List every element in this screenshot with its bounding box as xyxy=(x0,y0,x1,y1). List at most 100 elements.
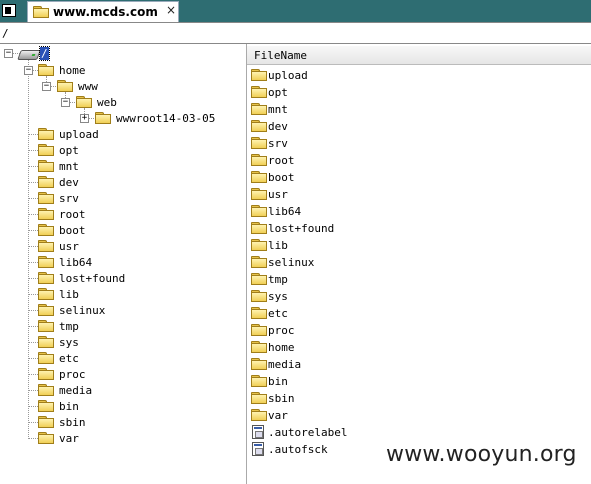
folder-icon xyxy=(38,320,54,332)
folder-icon xyxy=(57,80,73,92)
tree-item[interactable]: usr xyxy=(59,240,79,253)
list-item-label: home xyxy=(268,341,295,354)
folder-icon xyxy=(251,137,267,149)
list-item[interactable]: home xyxy=(247,340,587,356)
watermark: www.wooyun.org xyxy=(386,442,577,467)
collapse-www-icon[interactable]: − xyxy=(42,82,51,91)
tree-item[interactable]: sys xyxy=(59,336,79,349)
folder-icon xyxy=(251,324,267,336)
list-item[interactable]: lost+found xyxy=(247,221,587,237)
collapse-web-icon[interactable]: − xyxy=(61,98,70,107)
folder-icon xyxy=(38,368,54,380)
folder-icon xyxy=(38,256,54,268)
list-item-label: lib64 xyxy=(268,205,302,218)
folder-icon xyxy=(38,208,54,220)
list-item-label: boot xyxy=(268,171,295,184)
folder-icon xyxy=(33,6,49,18)
list-item-label: root xyxy=(268,154,295,167)
folder-icon xyxy=(38,400,54,412)
folder-icon xyxy=(251,171,267,183)
list-item[interactable]: sys xyxy=(247,289,587,305)
tree-item[interactable]: srv xyxy=(59,192,79,205)
folder-icon xyxy=(38,304,54,316)
list-item-label: upload xyxy=(268,69,308,82)
tree-item[interactable]: media xyxy=(59,384,92,397)
folder-icon xyxy=(38,240,54,252)
list-item[interactable]: srv xyxy=(247,136,587,152)
file-icon xyxy=(252,425,264,439)
list-item-label: lib xyxy=(268,239,288,252)
list-item-label: usr xyxy=(268,188,288,201)
close-icon[interactable]: × xyxy=(166,3,176,17)
filename-column-header[interactable]: FileName xyxy=(247,46,591,65)
list-item-label: etc xyxy=(268,307,288,320)
list-item[interactable]: bin xyxy=(247,374,587,390)
list-item-label: proc xyxy=(268,324,295,337)
tree-item[interactable]: bin xyxy=(59,400,79,413)
directory-tree: − − home − www − web + wwwroot14-03-05 u… xyxy=(0,44,247,484)
folder-icon xyxy=(38,176,54,188)
folder-icon xyxy=(38,160,54,172)
tree-item[interactable]: mnt xyxy=(59,160,79,173)
tree-item-www[interactable]: www xyxy=(78,80,98,93)
tree-item[interactable]: upload xyxy=(59,128,99,141)
list-item[interactable]: proc xyxy=(247,323,587,339)
tree-item[interactable]: opt xyxy=(59,144,79,157)
tab-www-mcds[interactable]: www.mcds.com × xyxy=(27,1,179,22)
tree-item-wwwroot[interactable]: wwwroot14-03-05 xyxy=(116,112,215,125)
tree-item[interactable]: root xyxy=(59,208,86,221)
folder-icon xyxy=(251,409,267,421)
list-item-label: dev xyxy=(268,120,288,133)
folder-icon xyxy=(251,154,267,166)
list-item[interactable]: mnt xyxy=(247,102,587,118)
column-header-label: FileName xyxy=(254,49,307,62)
tree-item[interactable]: etc xyxy=(59,352,79,365)
window-menu-button[interactable] xyxy=(2,4,16,17)
tree-item-web[interactable]: web xyxy=(97,96,117,109)
tree-item[interactable]: lost+found xyxy=(59,272,125,285)
list-item[interactable]: media xyxy=(247,357,587,373)
list-item-label: sys xyxy=(268,290,288,303)
list-item[interactable]: etc xyxy=(247,306,587,322)
tree-item[interactable]: var xyxy=(59,432,79,445)
folder-icon xyxy=(38,384,54,396)
tree-item-home[interactable]: home xyxy=(59,64,86,77)
folder-icon xyxy=(251,341,267,353)
tree-root-item[interactable] xyxy=(39,46,50,61)
collapse-home-icon[interactable]: − xyxy=(24,66,33,75)
folder-icon xyxy=(38,192,54,204)
list-item[interactable]: selinux xyxy=(247,255,587,271)
tree-item[interactable]: proc xyxy=(59,368,86,381)
list-item[interactable]: dev xyxy=(247,119,587,135)
folder-icon xyxy=(251,392,267,404)
list-item[interactable]: upload xyxy=(247,68,587,84)
list-item[interactable]: root xyxy=(247,153,587,169)
tree-item[interactable]: sbin xyxy=(59,416,86,429)
tree-item[interactable]: lib64 xyxy=(59,256,92,269)
tree-item[interactable]: lib xyxy=(59,288,79,301)
list-item[interactable]: lib xyxy=(247,238,587,254)
tree-item[interactable]: tmp xyxy=(59,320,79,333)
folder-icon xyxy=(251,273,267,285)
path-input[interactable] xyxy=(2,25,587,41)
folder-icon xyxy=(38,128,54,140)
list-item[interactable]: tmp xyxy=(247,272,587,288)
expand-wwwroot-icon[interactable]: + xyxy=(80,114,89,123)
tree-item[interactable]: boot xyxy=(59,224,86,237)
list-item[interactable]: sbin xyxy=(247,391,587,407)
folder-icon xyxy=(251,375,267,387)
list-item-label: var xyxy=(268,409,288,422)
folder-icon xyxy=(251,86,267,98)
list-item[interactable]: lib64 xyxy=(247,204,587,220)
list-item[interactable]: var xyxy=(247,408,587,424)
tab-bar: www.mcds.com × xyxy=(0,0,591,22)
list-item[interactable]: usr xyxy=(247,187,587,203)
collapse-root-icon[interactable]: − xyxy=(4,49,13,58)
list-item[interactable]: boot xyxy=(247,170,587,186)
list-item[interactable]: .autorelabel xyxy=(247,425,587,441)
list-item[interactable]: opt xyxy=(247,85,587,101)
folder-icon xyxy=(38,352,54,364)
tree-item[interactable]: dev xyxy=(59,176,79,189)
folder-icon xyxy=(38,432,54,444)
tree-item[interactable]: selinux xyxy=(59,304,105,317)
